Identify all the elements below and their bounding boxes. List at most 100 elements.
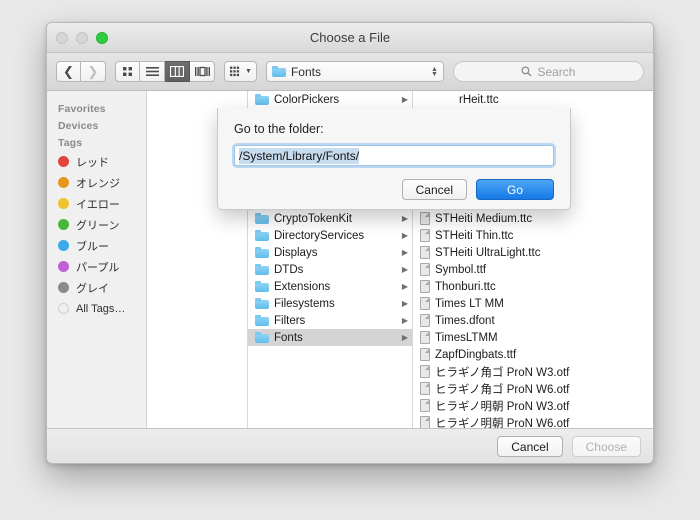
- document-icon: [420, 280, 430, 293]
- folder-label: CryptoTokenKit: [274, 212, 352, 225]
- chevron-left-icon: ❮: [63, 64, 74, 79]
- bottom-bar: Cancel Choose: [47, 428, 653, 463]
- search-input[interactable]: Search: [452, 61, 644, 82]
- document-icon: [420, 399, 430, 412]
- navigation-buttons: ❮ ❯: [56, 61, 106, 82]
- sheet-cancel-button[interactable]: Cancel: [401, 179, 467, 200]
- tag-color-dot-icon: [58, 177, 69, 188]
- file-row[interactable]: STHeiti UltraLight.ttc: [413, 244, 653, 261]
- sidebar-tag-item[interactable]: レッド: [47, 151, 146, 172]
- grid-icon: [123, 67, 132, 76]
- folder-icon: [255, 264, 269, 275]
- file-label: ヒラギノ角ゴ ProN W6.otf: [435, 383, 570, 396]
- document-icon: [420, 212, 430, 225]
- tag-color-dot-icon: [58, 219, 69, 230]
- search-icon: [521, 66, 532, 77]
- file-row[interactable]: STHeiti Thin.ttc: [413, 227, 653, 244]
- column-view-button[interactable]: [165, 61, 190, 82]
- cancel-button[interactable]: Cancel: [497, 436, 563, 457]
- disclosure-arrow-icon[interactable]: ▶: [402, 299, 408, 308]
- sidebar-tag-item[interactable]: パープル: [47, 256, 146, 277]
- file-row[interactable]: Symbol.ttf: [413, 261, 653, 278]
- sidebar-tag-item[interactable]: グレイ: [47, 277, 146, 298]
- file-label: STHeiti Thin.ttc: [435, 229, 514, 242]
- disclosure-arrow-icon[interactable]: ▶: [402, 95, 408, 104]
- toolbar: ❮ ❯ ▼ Fonts ▲ ▼ Search: [47, 53, 653, 91]
- file-label: Symbol.ttf: [435, 263, 487, 276]
- sidebar: Favorites Devices Tags レッド オレンジ イエロー グリーン ブル…: [47, 91, 147, 428]
- folder-label: Filesystems: [274, 297, 335, 310]
- file-label: ヒラギノ明朝 ProN W6.otf: [435, 417, 570, 429]
- folder-row[interactable]: Filesystems ▶: [248, 295, 412, 312]
- folder-row[interactable]: Fonts ▶: [248, 329, 412, 346]
- zoom-button-icon[interactable]: [96, 32, 108, 44]
- disclosure-arrow-icon[interactable]: ▶: [402, 265, 408, 274]
- file-row[interactable]: ヒラギノ明朝 ProN W3.otf: [413, 397, 653, 414]
- folder-row[interactable]: CryptoTokenKit ▶: [248, 210, 412, 227]
- arrange-button[interactable]: ▼: [224, 61, 257, 82]
- list-view-button[interactable]: [140, 61, 165, 82]
- sidebar-tag-item[interactable]: オレンジ: [47, 172, 146, 193]
- sidebar-tag-label: イエロー: [76, 198, 120, 211]
- folder-row[interactable]: DTDs ▶: [248, 261, 412, 278]
- document-icon: [420, 263, 430, 276]
- folder-path-input[interactable]: /System/Library/Fonts/: [234, 145, 554, 166]
- file-row[interactable]: TimesLTMM: [413, 329, 653, 346]
- disclosure-arrow-icon[interactable]: ▶: [402, 248, 408, 257]
- gallery-view-button[interactable]: [190, 61, 215, 82]
- file-label: Thonburi.ttc: [435, 280, 496, 293]
- folder-row[interactable]: ColorPickers ▶: [248, 91, 412, 108]
- folder-label: ColorPickers: [274, 93, 340, 106]
- minimize-button-icon[interactable]: [76, 32, 88, 44]
- sidebar-tag-item[interactable]: グリーン: [47, 214, 146, 235]
- file-row[interactable]: ZapfDingbats.ttf: [413, 346, 653, 363]
- file-label: ヒラギノ明朝 ProN W3.otf: [435, 400, 570, 413]
- document-icon: [420, 365, 430, 378]
- tag-color-dot-icon: [58, 156, 69, 167]
- sidebar-tag-label: パープル: [76, 261, 120, 274]
- file-row[interactable]: ヒラギノ角ゴ ProN W6.otf: [413, 380, 653, 397]
- disclosure-arrow-icon[interactable]: ▶: [402, 231, 408, 240]
- icon-view-button[interactable]: [115, 61, 140, 82]
- sidebar-tag-label: ブルー: [76, 240, 109, 253]
- folder-row[interactable]: Filters ▶: [248, 312, 412, 329]
- back-button[interactable]: ❮: [56, 61, 81, 82]
- folder-label: Extensions: [274, 280, 331, 293]
- path-popup-label: Fonts: [290, 64, 321, 79]
- tag-color-dot-icon: [58, 261, 69, 272]
- disclosure-arrow-icon[interactable]: ▶: [402, 333, 408, 342]
- sidebar-tag-item[interactable]: ブルー: [47, 235, 146, 256]
- search-placeholder: Search: [537, 64, 576, 79]
- file-row[interactable]: STHeiti Medium.ttc: [413, 210, 653, 227]
- sidebar-tag-item[interactable]: イエロー: [47, 193, 146, 214]
- file-row[interactable]: rHeit.ttc: [413, 91, 653, 108]
- sidebar-header-tags: Tags: [58, 137, 83, 149]
- file-row[interactable]: Times LT MM: [413, 295, 653, 312]
- file-chooser-window: Choose a File ❮ ❯ ▼ Fonts ▲ ▼ Search Fav…: [46, 22, 654, 464]
- close-button-icon[interactable]: [56, 32, 68, 44]
- folder-icon: [255, 281, 269, 292]
- path-popup-button[interactable]: Fonts ▲ ▼: [265, 61, 444, 82]
- file-label: TimesLTMM: [435, 331, 498, 344]
- folder-label: Fonts: [274, 331, 303, 344]
- folder-icon: [255, 230, 269, 241]
- sidebar-tag-item[interactable]: All Tags…: [47, 298, 146, 319]
- folder-icon: [255, 298, 269, 309]
- folder-label: DTDs: [274, 263, 304, 276]
- sheet-go-button[interactable]: Go: [476, 179, 554, 200]
- folder-label: Filters: [274, 314, 306, 327]
- file-row[interactable]: ヒラギノ角ゴ ProN W3.otf: [413, 363, 653, 380]
- folder-icon: [255, 247, 269, 258]
- file-row[interactable]: ヒラギノ明朝 ProN W6.otf: [413, 414, 653, 428]
- folder-row[interactable]: DirectoryServices ▶: [248, 227, 412, 244]
- disclosure-arrow-icon[interactable]: ▶: [402, 214, 408, 223]
- folder-row[interactable]: Displays ▶: [248, 244, 412, 261]
- traffic-lights: [56, 32, 108, 44]
- file-row[interactable]: Times.dfont: [413, 312, 653, 329]
- file-row[interactable]: Thonburi.ttc: [413, 278, 653, 295]
- folder-path-value: /System/Library/Fonts/: [239, 147, 360, 164]
- list-icon: [145, 67, 159, 76]
- disclosure-arrow-icon[interactable]: ▶: [402, 316, 408, 325]
- folder-row[interactable]: Extensions ▶: [248, 278, 412, 295]
- disclosure-arrow-icon[interactable]: ▶: [402, 282, 408, 291]
